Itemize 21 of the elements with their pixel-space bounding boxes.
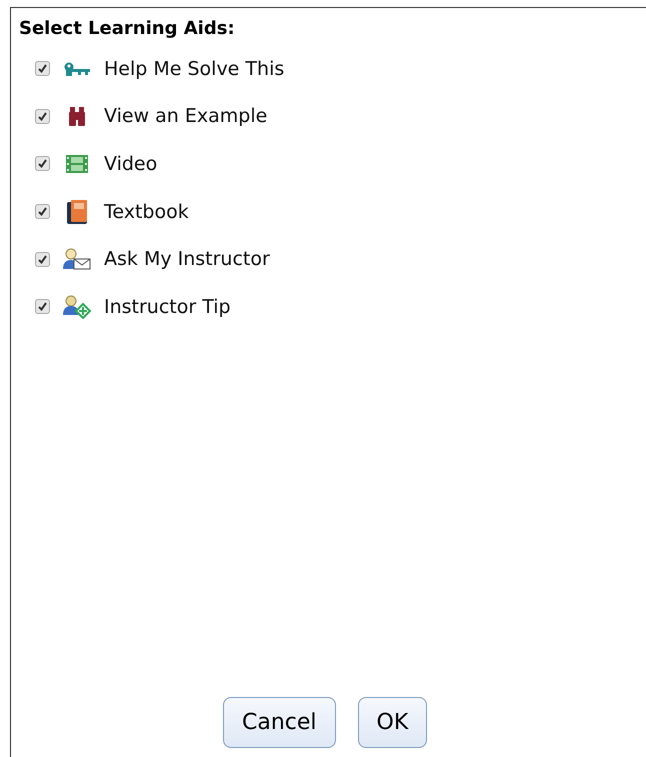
checkbox[interactable]	[35, 299, 50, 314]
aid-label: View an Example	[104, 105, 268, 128]
aid-label: Ask My Instructor	[104, 248, 270, 270]
aid-label: Help Me Solve This	[104, 58, 284, 80]
book-icon	[65, 198, 89, 225]
checkbox[interactable]	[35, 252, 50, 267]
checkbox[interactable]	[35, 156, 50, 172]
checkbox[interactable]	[35, 61, 50, 76]
aid-label: Video	[104, 152, 158, 175]
checkbox[interactable]	[35, 204, 50, 220]
cancel-button[interactable]: Cancel	[223, 697, 336, 748]
film-icon	[66, 154, 88, 173]
binoculars-icon	[68, 106, 86, 126]
person-mail-icon	[62, 248, 92, 270]
aid-label: Textbook	[104, 200, 189, 223]
dialog-title: Select Learning Aids:	[19, 18, 235, 39]
aid-label: Instructor Tip	[104, 296, 231, 318]
person-plus-icon	[63, 294, 91, 319]
key-icon	[64, 62, 90, 76]
ok-button[interactable]: OK	[358, 697, 428, 748]
checkbox[interactable]	[35, 108, 50, 124]
